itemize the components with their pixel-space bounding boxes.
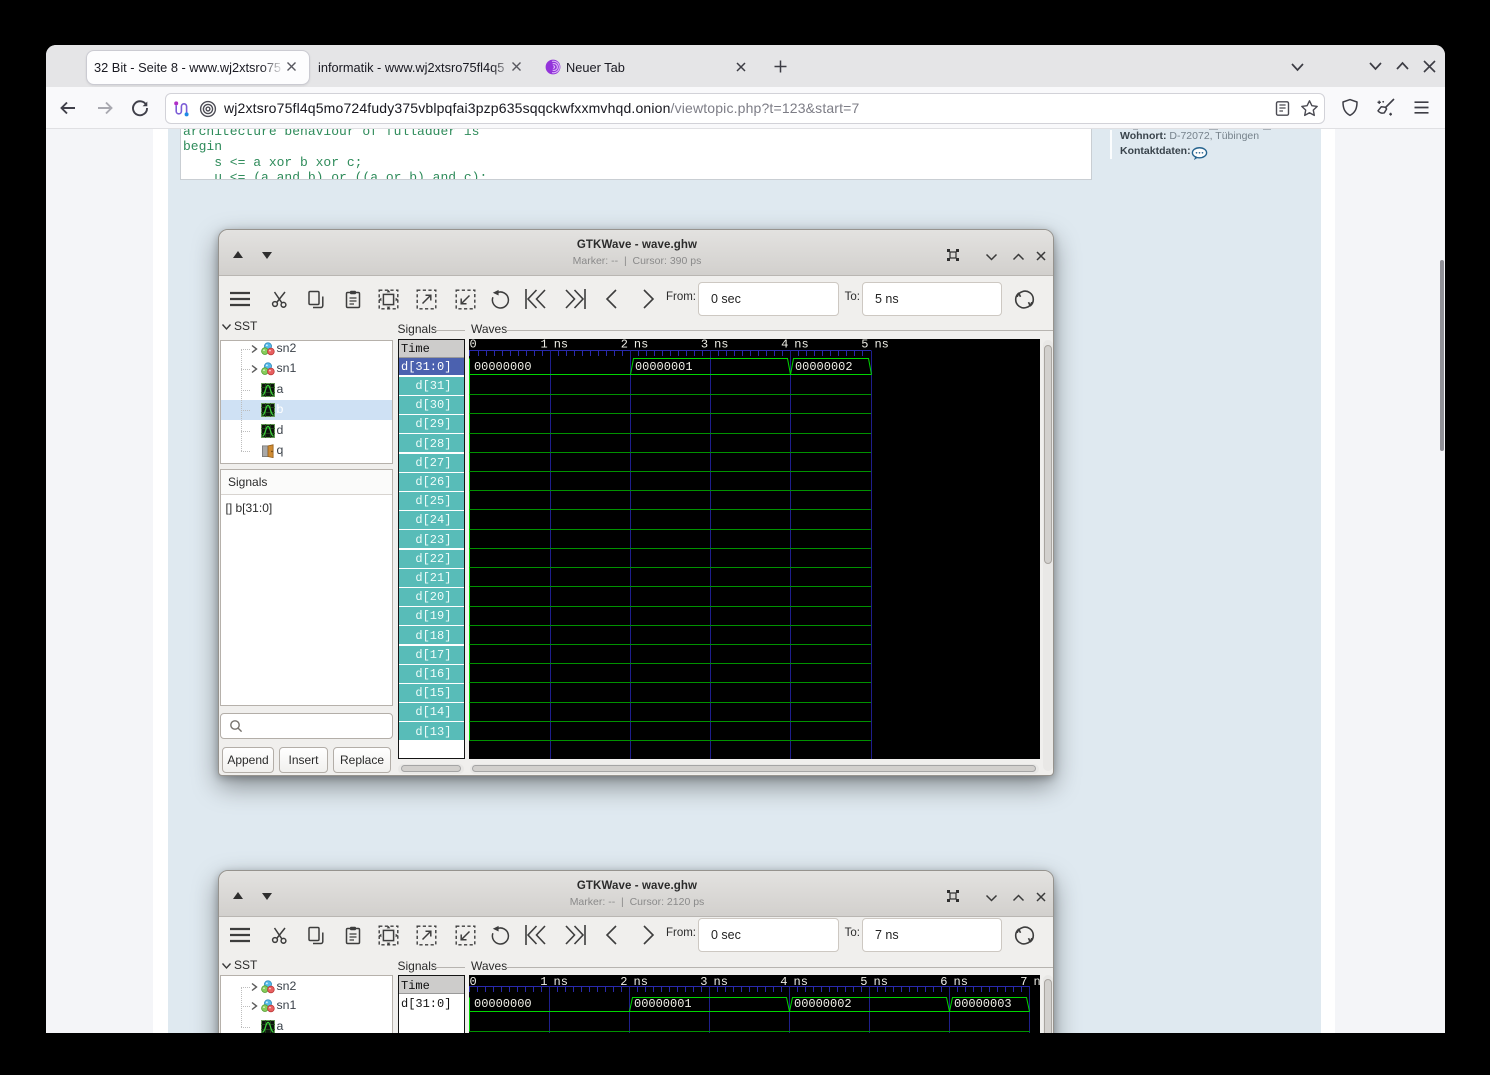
svg-text:00000003: 00000003 <box>954 997 1012 1011</box>
svg-text:ns: ns <box>1034 975 1041 989</box>
svg-text:00000002: 00000002 <box>795 360 853 374</box>
svg-text:00000000: 00000000 <box>474 997 532 1011</box>
svg-text:ns: ns <box>794 339 808 352</box>
svg-text:00000001: 00000001 <box>635 360 693 374</box>
svg-text:0: 0 <box>470 339 477 352</box>
svg-text:5: 5 <box>861 339 868 352</box>
svg-text:1: 1 <box>540 339 547 352</box>
svg-text:2: 2 <box>621 339 628 352</box>
svg-text:00000002: 00000002 <box>794 997 852 1011</box>
svg-text:ns: ns <box>714 339 728 352</box>
svg-text:00000001: 00000001 <box>634 997 692 1011</box>
svg-text:ns: ns <box>554 339 568 352</box>
svg-text:ns: ns <box>874 339 888 352</box>
svg-text:4: 4 <box>781 339 788 352</box>
svg-text:3: 3 <box>701 339 708 352</box>
svg-text:ns: ns <box>634 339 648 352</box>
svg-text:00000000: 00000000 <box>474 360 532 374</box>
